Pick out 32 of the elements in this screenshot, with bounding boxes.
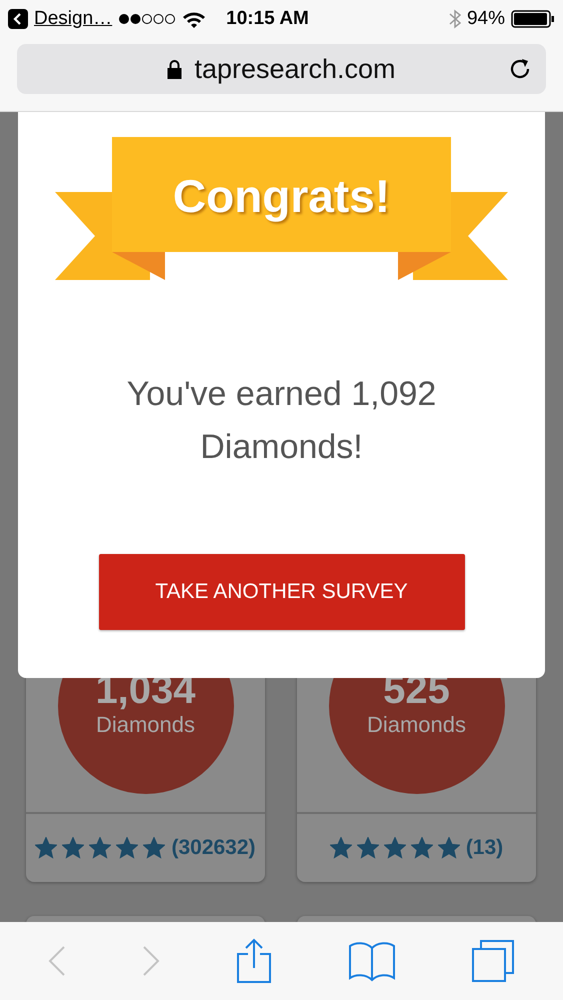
wifi-icon xyxy=(182,10,206,28)
congrats-title: Congrats! xyxy=(172,169,390,223)
star-icon xyxy=(410,837,433,859)
diamond-unit: Diamonds xyxy=(366,712,466,738)
star-icon xyxy=(330,837,352,859)
address-bar[interactable]: tapresearch.com xyxy=(17,44,546,94)
star-icon xyxy=(143,837,166,859)
back-app-link[interactable]: Design… xyxy=(34,8,112,30)
review-count: (13) xyxy=(466,836,504,860)
review-count: (302632) xyxy=(171,836,256,860)
lock-icon xyxy=(167,59,182,79)
star-icon xyxy=(116,837,138,859)
star-icon xyxy=(356,837,379,859)
tabs-icon[interactable] xyxy=(470,939,515,983)
url-text: tapresearch.com xyxy=(194,54,396,84)
signal-icon xyxy=(118,13,176,25)
bookmarks-icon[interactable] xyxy=(348,940,395,982)
share-icon[interactable] xyxy=(236,938,272,984)
clock-text: 10:15 AM xyxy=(226,8,309,30)
star-icon xyxy=(62,837,84,859)
star-icon xyxy=(438,837,460,859)
battery-icon xyxy=(511,10,555,28)
reload-icon[interactable] xyxy=(508,57,532,81)
star-icon xyxy=(89,837,112,859)
diamond-unit: Diamonds xyxy=(96,712,196,738)
battery-percentage: 94% xyxy=(466,8,505,30)
take-survey-button[interactable]: TAKE ANOTHER SURVEY xyxy=(98,554,464,630)
star-icon xyxy=(384,837,406,859)
back-icon[interactable] xyxy=(8,9,28,29)
bluetooth-icon xyxy=(448,9,461,29)
reward-message: You've earned 1,092 Diamonds! xyxy=(126,374,438,468)
star-icon xyxy=(35,837,58,859)
